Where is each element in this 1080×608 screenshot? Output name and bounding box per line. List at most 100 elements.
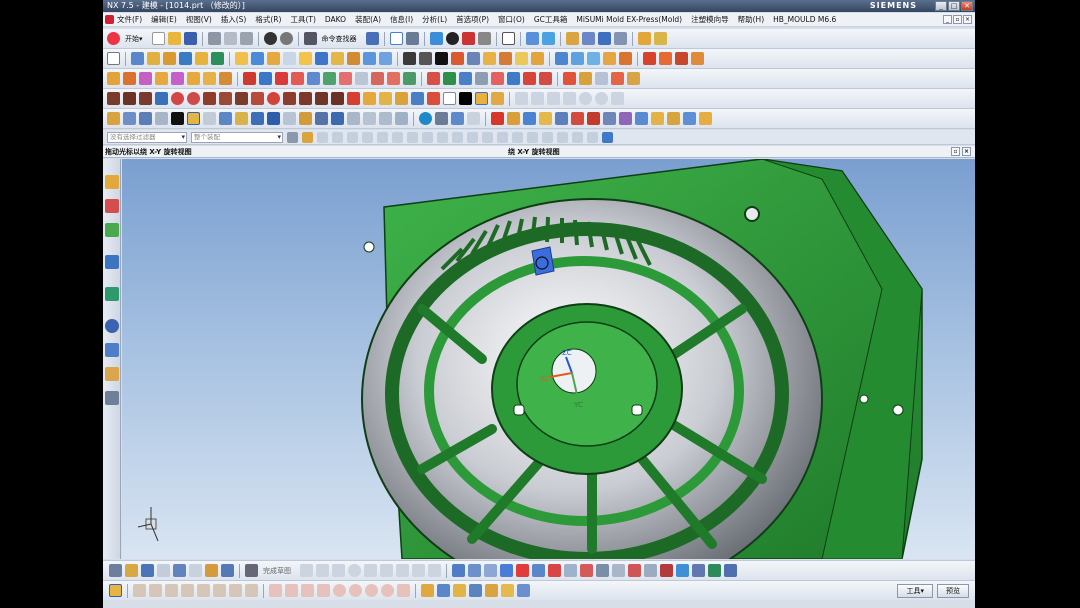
snap-r-icon[interactable] [421,584,434,597]
snap-i-icon[interactable] [269,584,282,597]
clone-icon[interactable] [563,72,576,85]
rotate-icon[interactable] [581,32,595,45]
menu-file[interactable]: 文件(F) [117,14,142,25]
selected-tool-icon[interactable] [187,112,200,125]
tool-z-icon[interactable] [555,112,568,125]
cut-icon[interactable] [207,32,221,45]
hole-icon[interactable] [163,52,176,65]
trim-body-icon[interactable] [283,52,296,65]
undo-icon[interactable] [263,32,277,45]
sketch-line-icon[interactable] [316,564,329,577]
white-swatch-icon[interactable] [443,92,456,105]
slash-icon[interactable] [515,92,528,105]
tool-q-icon[interactable] [379,112,392,125]
shell-icon[interactable] [363,52,376,65]
tool-f-icon[interactable] [203,112,216,125]
tool-ah-icon[interactable] [683,112,696,125]
menu-misumi[interactable]: MiSUMi Mold EX-Press(Mold) [576,15,682,24]
point-filter-e-icon[interactable] [392,131,403,143]
snap-v-icon[interactable] [485,584,498,597]
graphics-close-button[interactable]: × [962,147,971,156]
save-icon[interactable] [183,32,197,45]
roles-icon[interactable] [105,391,119,405]
snap-p-icon[interactable] [381,584,394,597]
history-icon[interactable] [105,319,119,333]
pocket-mold-icon[interactable] [403,72,416,85]
black-swatch-icon[interactable] [459,92,472,105]
snap-t-icon[interactable] [453,584,466,597]
orient-icon[interactable] [525,32,539,45]
bottom-tool-f-icon[interactable] [189,564,202,577]
tool-ai-icon[interactable] [699,112,712,125]
palettes-icon[interactable] [105,367,119,381]
constraint-navigator-icon[interactable] [105,199,119,213]
point-filter-r-icon[interactable] [587,131,598,143]
constraint-e-icon[interactable] [516,564,529,577]
intersect-icon[interactable] [267,52,280,65]
patch-icon[interactable] [203,72,216,85]
command-finder-icon[interactable] [303,32,317,45]
spline-icon[interactable] [451,52,464,65]
menu-preferences[interactable]: 首选项(P) [456,14,489,25]
pan-icon[interactable] [613,32,627,45]
tool-u-icon[interactable] [467,112,480,125]
chamfer-icon[interactable] [331,52,344,65]
tool-a-icon[interactable] [107,112,120,125]
constraint-m-icon[interactable] [644,564,657,577]
constraint-p-icon[interactable] [692,564,705,577]
snap-e-icon[interactable] [197,584,210,597]
graphics-restore-button[interactable]: ▫ [951,147,960,156]
tool-g-icon[interactable] [219,112,232,125]
fillet-curve-icon[interactable] [691,52,704,65]
tool-e-icon[interactable] [171,112,184,125]
reuse-library-icon[interactable] [105,255,119,269]
model-viewport[interactable]: ZC YC XC [122,159,975,559]
unite-icon[interactable] [235,52,248,65]
tool-ac-icon[interactable] [603,112,616,125]
snap-w-icon[interactable] [501,584,514,597]
tool-p-icon[interactable] [363,112,376,125]
shrink-icon[interactable] [139,72,152,85]
sketch-rectangle-icon[interactable] [380,564,393,577]
filter-settings-icon[interactable] [287,131,298,143]
paste-icon[interactable] [239,32,253,45]
sketch-fillet-icon[interactable] [364,564,377,577]
blue-part-icon[interactable] [459,72,472,85]
point-filter-j-icon[interactable] [467,131,478,143]
gray-cube-icon[interactable] [477,32,491,45]
ruled-icon[interactable] [619,52,632,65]
curve-tool-icon[interactable] [531,92,544,105]
family-mold-icon[interactable] [187,72,200,85]
point-filter-c-icon[interactable] [362,131,373,143]
snap-k-icon[interactable] [301,584,314,597]
curve-icon[interactable] [467,52,480,65]
analysis-icon[interactable] [579,72,592,85]
bom-icon[interactable] [475,72,488,85]
text-icon[interactable] [435,52,448,65]
circle-icon[interactable] [579,92,592,105]
tools-dropdown-button[interactable]: 工具▾ [897,583,933,598]
constraint-f-icon[interactable] [532,564,545,577]
parting-icon[interactable] [219,72,232,85]
point-filter-d-icon[interactable] [377,131,388,143]
constraint-q-icon[interactable] [708,564,721,577]
nozzle-icon[interactable] [395,92,408,105]
lock-icon[interactable] [315,92,328,105]
assembly-navigator-icon[interactable] [105,175,119,189]
constraint-d-icon[interactable] [500,564,513,577]
red-part-icon[interactable] [427,72,440,85]
tool-h-icon[interactable] [235,112,248,125]
slider-icon[interactable] [291,72,304,85]
blue-tool-icon[interactable] [411,92,424,105]
close-mold-icon[interactable] [611,72,624,85]
tool-ae-icon[interactable] [635,112,648,125]
quick-pick-icon[interactable] [602,131,613,143]
surface-icon[interactable] [555,52,568,65]
constraint-h-icon[interactable] [564,564,577,577]
start-button[interactable]: 开始▾ [125,34,143,44]
tool-o-icon[interactable] [347,112,360,125]
plus-icon[interactable] [611,92,624,105]
locating-ring-icon[interactable] [171,92,184,105]
extrude-icon[interactable] [131,52,144,65]
hole-table-icon[interactable] [507,72,520,85]
